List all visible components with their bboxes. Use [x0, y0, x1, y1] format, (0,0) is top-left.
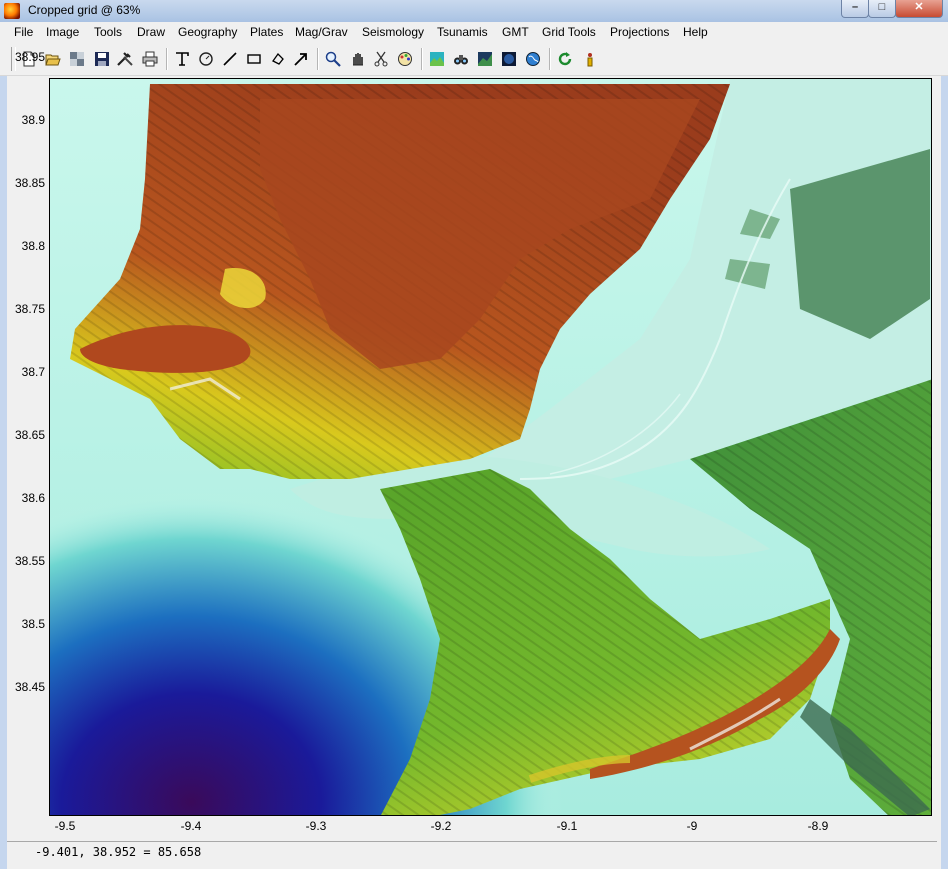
app-icon	[4, 3, 20, 19]
scissors-icon[interactable]	[371, 49, 391, 69]
x-tick-label: -9.1	[556, 819, 578, 833]
colorbar-icon[interactable]	[395, 49, 415, 69]
y-tick-label: 38.55	[14, 554, 45, 568]
toolbar-separator	[421, 48, 423, 70]
menu-draw[interactable]: Draw	[137, 25, 165, 39]
y-tick-label: 38.9	[21, 113, 45, 127]
polygon-icon[interactable]	[268, 49, 288, 69]
title-bar[interactable]: Cropped grid @ 63% – □ ✕	[0, 0, 948, 23]
toolbar	[0, 43, 948, 76]
menu-help[interactable]: Help	[683, 25, 708, 39]
earth-night-icon[interactable]	[499, 49, 519, 69]
info-icon[interactable]	[580, 49, 600, 69]
menu-seismology[interactable]: Seismology	[362, 25, 424, 39]
line-icon[interactable]	[220, 49, 240, 69]
circle-icon[interactable]	[196, 49, 216, 69]
rectangle-icon[interactable]	[244, 49, 264, 69]
menu-plates[interactable]: Plates	[250, 25, 283, 39]
x-tick-label: -9.4	[180, 819, 202, 833]
y-tick-label: 38.8	[21, 239, 45, 253]
y-tick-label: 38.7	[21, 365, 45, 379]
y-tick-label: 38.45	[14, 680, 45, 694]
menu-gmt[interactable]: GMT	[502, 25, 529, 39]
menu-geography[interactable]: Geography	[178, 25, 237, 39]
grid-view-icon[interactable]	[475, 49, 495, 69]
zoom-icon[interactable]	[323, 49, 343, 69]
save-icon[interactable]	[92, 49, 112, 69]
print-icon[interactable]	[140, 49, 160, 69]
status-bar: -9.401, 38.952 = 85.658	[7, 841, 937, 864]
window-border-left	[0, 22, 7, 869]
minimize-button[interactable]: –	[841, 0, 869, 18]
toolbar-separator	[317, 48, 319, 70]
y-tick-label: 38.5	[21, 617, 45, 631]
y-tick-label: 38.75	[14, 302, 45, 316]
toolbar-separator	[166, 48, 168, 70]
text-icon[interactable]	[172, 49, 192, 69]
y-tick-label: 38.6	[21, 491, 45, 505]
open-folder-icon[interactable]	[43, 49, 63, 69]
x-tick-label: -9.3	[305, 819, 327, 833]
image-icon[interactable]	[67, 49, 87, 69]
binoculars-icon[interactable]	[451, 49, 471, 69]
menu-image[interactable]: Image	[46, 25, 79, 39]
coordinate-readout: -9.401, 38.952 = 85.658	[35, 845, 202, 859]
globe-icon[interactable]	[523, 49, 543, 69]
shaded-relief-icon[interactable]	[427, 49, 447, 69]
window-title: Cropped grid @ 63%	[28, 3, 141, 17]
pan-icon[interactable]	[348, 49, 368, 69]
x-tick-label: -9.2	[430, 819, 452, 833]
y-tick-label: 38.65	[14, 428, 45, 442]
x-tick-label: -9	[686, 819, 698, 833]
menu-tsunamis[interactable]: Tsunamis	[437, 25, 488, 39]
menu-tools[interactable]: Tools	[94, 25, 122, 39]
x-tick-label: -8.9	[807, 819, 829, 833]
toolbar-separator	[549, 48, 551, 70]
close-button[interactable]: ✕	[895, 0, 943, 18]
tools-icon[interactable]	[115, 49, 135, 69]
y-tick-label: 38.85	[14, 176, 45, 190]
arrow-icon[interactable]	[291, 49, 311, 69]
maximize-button[interactable]: □	[868, 0, 896, 18]
menu-file[interactable]: File	[14, 25, 33, 39]
map-image	[50, 79, 931, 815]
x-tick-label: -9.5	[54, 819, 76, 833]
y-tick-label: 38.95	[14, 50, 45, 64]
refresh-icon[interactable]	[555, 49, 575, 69]
menu-mag-grav[interactable]: Mag/Grav	[295, 25, 348, 39]
menu-bar: File Image Tools Draw Geography Plates M…	[0, 22, 948, 43]
window-border-right	[941, 22, 948, 869]
menu-projections[interactable]: Projections	[610, 25, 669, 39]
menu-grid-tools[interactable]: Grid Tools	[542, 25, 596, 39]
shaded-relief-map[interactable]	[49, 78, 932, 816]
